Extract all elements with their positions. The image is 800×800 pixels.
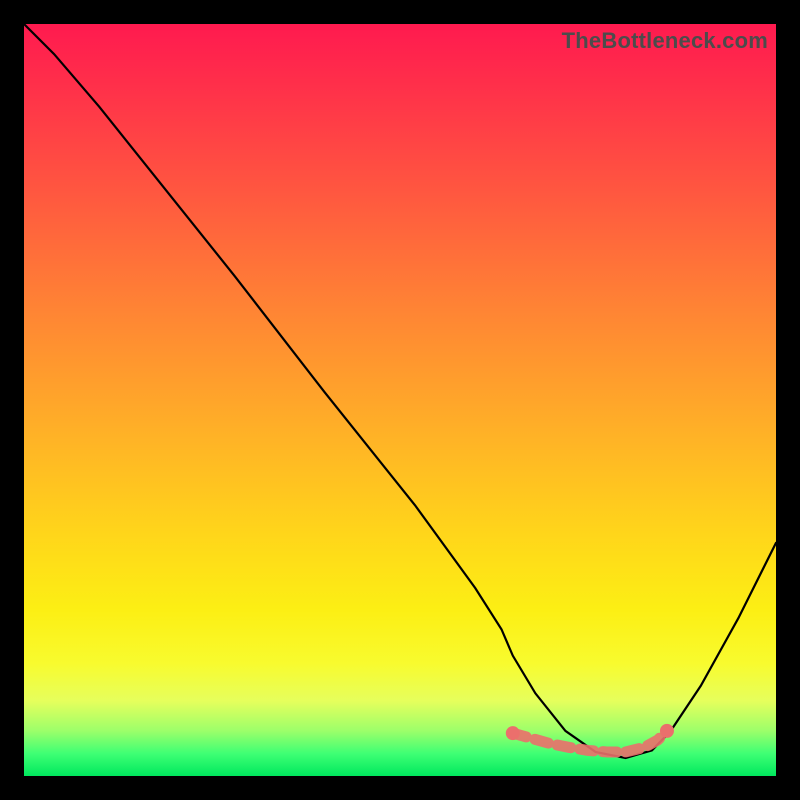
trough-marker-group: [506, 724, 674, 752]
trough-marker-dot: [660, 724, 674, 738]
watermark-label: TheBottleneck.com: [562, 28, 768, 54]
chart-svg: [24, 24, 776, 776]
trough-marker-stroke: [513, 731, 667, 752]
bottleneck-curve: [24, 24, 776, 758]
trough-marker-dot: [506, 726, 520, 740]
chart-frame: TheBottleneck.com: [24, 24, 776, 776]
